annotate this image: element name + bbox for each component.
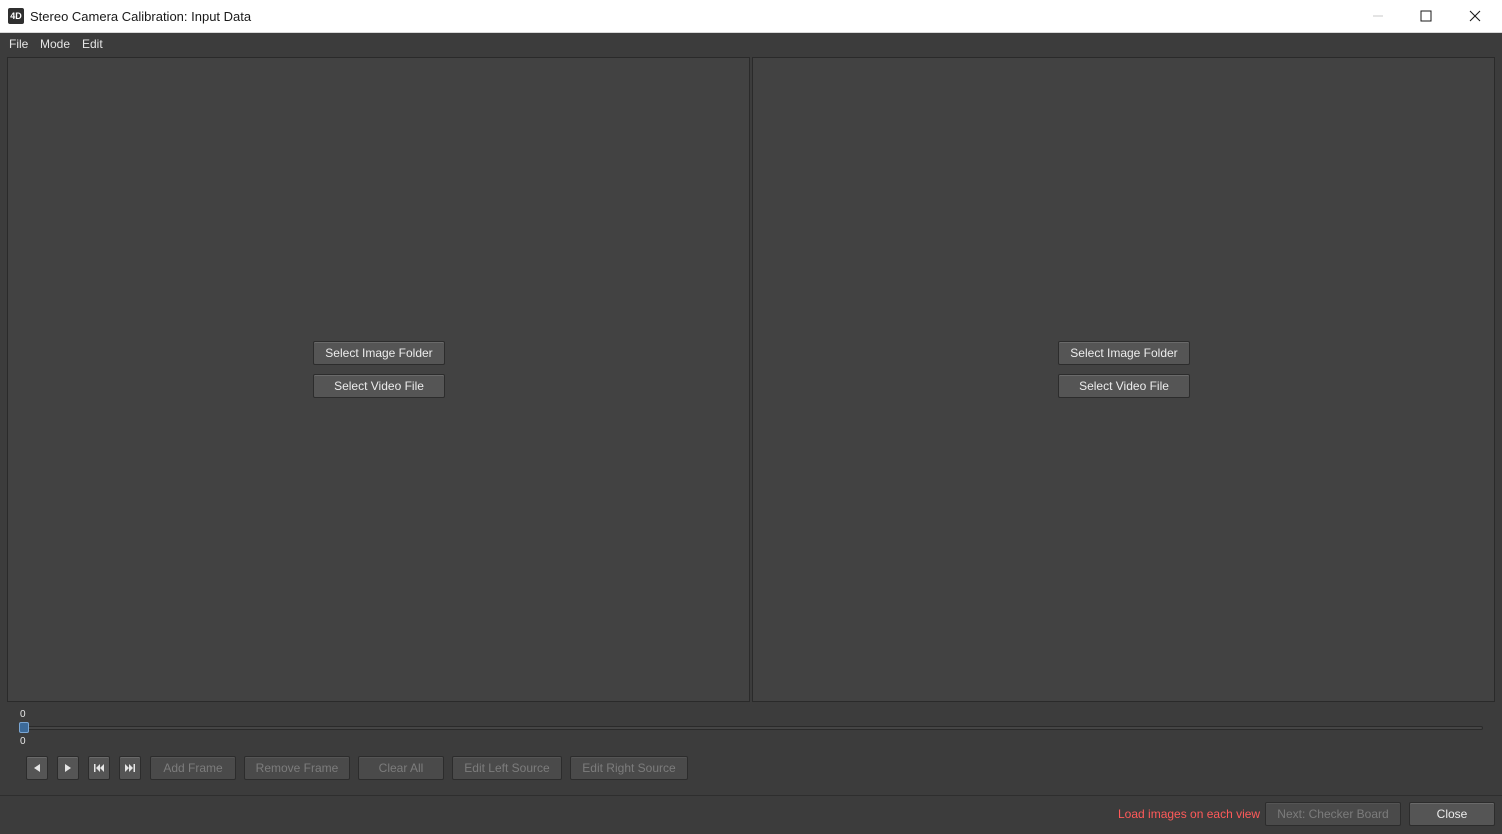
menu-edit[interactable]: Edit [82,37,103,51]
status-message: Load images on each view [1118,807,1261,821]
minimize-icon [1373,15,1383,17]
close-button[interactable]: Close [1409,802,1495,826]
play-icon [65,764,71,772]
add-frame-button[interactable]: Add Frame [150,756,236,780]
edit-left-source-button[interactable]: Edit Left Source [452,756,562,780]
left-select-video-file-button[interactable]: Select Video File [313,374,445,398]
clear-all-button[interactable]: Clear All [358,756,444,780]
skip-to-end-button[interactable] [119,756,141,780]
play-button[interactable] [57,756,79,780]
step-back-icon [34,764,40,772]
timeline-current-frame: 0 [20,709,26,720]
title-bar: 4D Stereo Camera Calibration: Input Data [0,0,1502,33]
close-icon [1469,10,1481,22]
app-logo-icon: 4D [8,8,24,24]
footer-divider [0,795,1502,796]
window-title: Stereo Camera Calibration: Input Data [30,9,252,24]
menu-mode[interactable]: Mode [40,37,70,51]
menu-bar: File Mode Edit [0,33,1502,56]
menu-file[interactable]: File [9,37,28,51]
remove-frame-button[interactable]: Remove Frame [244,756,350,780]
timeline-slider-track[interactable] [22,726,1483,730]
left-select-image-folder-button[interactable]: Select Image Folder [313,341,445,365]
skip-to-end-icon [125,764,135,772]
maximize-icon [1420,10,1432,22]
timeline-slider-handle[interactable] [19,722,29,733]
close-window-button[interactable] [1451,0,1499,32]
right-select-video-file-button[interactable]: Select Video File [1058,374,1190,398]
next-checker-board-button[interactable]: Next: Checker Board [1265,802,1401,826]
edit-right-source-button[interactable]: Edit Right Source [570,756,688,780]
skip-to-start-button[interactable] [88,756,110,780]
skip-to-start-icon [94,764,104,772]
right-select-image-folder-button[interactable]: Select Image Folder [1058,341,1190,365]
maximize-button[interactable] [1402,0,1450,32]
timeline-min-frame: 0 [20,736,26,747]
minimize-button[interactable] [1354,0,1402,32]
step-back-button[interactable] [26,756,48,780]
